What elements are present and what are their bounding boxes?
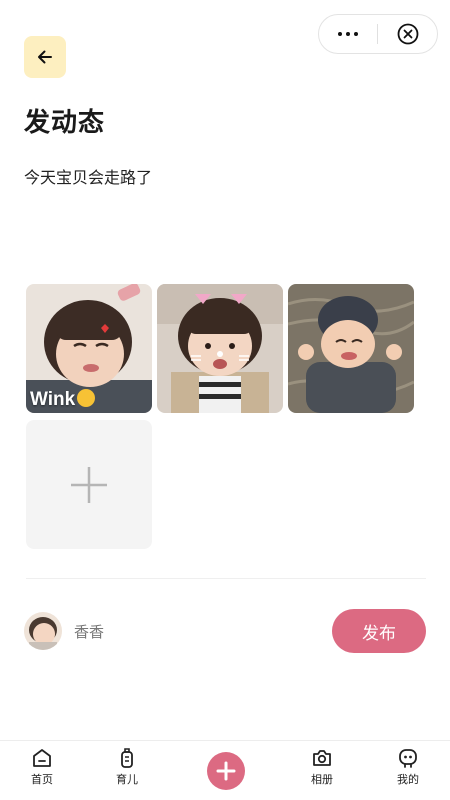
close-circle-icon [397,23,418,45]
tab-home[interactable]: 首页 [12,747,72,787]
profile-icon [399,749,417,768]
plus-icon [71,466,107,503]
more-dots-icon [338,32,342,36]
home-icon [33,749,51,767]
tab-mine[interactable]: 我的 [378,747,438,787]
photo-image [288,284,414,413]
tab-album[interactable]: 相册 [292,747,352,787]
tab-label: 育儿 [116,773,138,786]
close-button[interactable] [378,15,437,53]
avatar [24,612,62,650]
publish-button[interactable]: 发布 [332,609,426,653]
photo-image [157,284,283,413]
photo-grid: Wink [26,284,416,549]
bottom-tab-bar: 首页 育儿 相册 我的 [0,740,450,800]
photo-thumbnail[interactable] [157,284,283,413]
photo-caption: Wink [30,389,96,411]
divider [26,578,426,579]
tab-label: 首页 [31,773,53,786]
more-button[interactable] [319,15,377,53]
plus-icon [216,761,236,781]
author-row: 香香 [24,612,104,650]
mini-program-capsule [318,14,438,54]
create-post-button[interactable] [207,752,245,790]
tab-label: 相册 [311,773,333,786]
photo-thumbnail[interactable] [288,284,414,413]
add-photo-button[interactable] [26,420,152,549]
author-name: 香香 [74,622,105,641]
arrow-left-icon [38,50,52,64]
baby-bottle-icon [121,748,133,768]
tab-parenting[interactable]: 育儿 [97,747,157,787]
tab-label: 我的 [397,773,419,786]
page-title: 发动态 [24,108,106,138]
photo-thumbnail[interactable]: Wink [26,284,152,413]
back-button[interactable] [24,36,66,78]
wink-emoji-icon [77,389,96,407]
post-text-input[interactable]: 今天宝贝会走路了 [24,164,152,188]
camera-icon [313,750,331,766]
